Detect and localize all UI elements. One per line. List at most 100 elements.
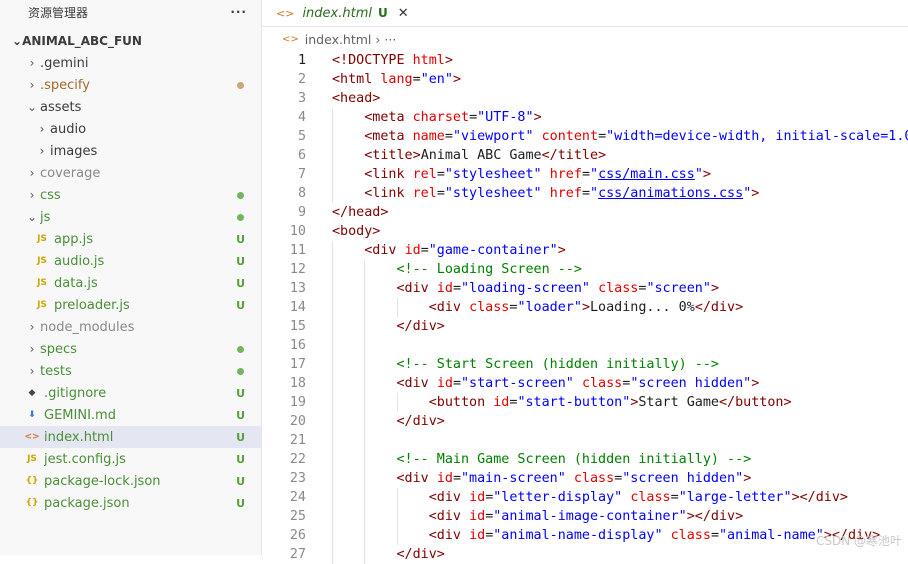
code-token: </div>: [396, 319, 445, 334]
code-line[interactable]: <meta name="viewport" content="width=dev…: [332, 127, 908, 146]
tree-item-label: GEMINI.md: [44, 407, 116, 423]
code-token: =: [436, 186, 445, 201]
code-line[interactable]: <!-- Main Game Screen (hidden initially)…: [332, 450, 752, 469]
tree-item-label: audio.js: [54, 253, 105, 269]
tree-item[interactable]: {} package.json U: [0, 492, 261, 514]
tree-item-label: app.js: [54, 231, 93, 247]
untracked-badge: U: [236, 386, 245, 400]
code-line[interactable]: <!-- Loading Screen -->: [332, 260, 582, 279]
code-token: =: [436, 167, 445, 182]
code-line[interactable]: <link rel="stylesheet" href="css/animati…: [332, 184, 759, 203]
code-token: =: [710, 528, 719, 543]
code-line[interactable]: <body>: [332, 222, 380, 241]
tree-item[interactable]: › audio: [0, 118, 261, 140]
code-token: id: [469, 509, 486, 524]
close-icon[interactable]: ✕: [398, 6, 409, 21]
code-token: <div: [364, 243, 405, 258]
code-token: <div: [428, 528, 470, 543]
more-actions-icon[interactable]: ···: [230, 5, 247, 19]
tree-item[interactable]: ⌄ assets: [0, 96, 261, 118]
tree-item[interactable]: <> index.html U: [0, 426, 261, 448]
code-line[interactable]: <div class="loader">Loading... 0%</div>: [332, 298, 743, 317]
tree-item[interactable]: › coverage: [0, 162, 261, 184]
code-line[interactable]: <head>: [332, 89, 380, 108]
code-token: <meta: [364, 129, 413, 144]
code-line[interactable]: </head>: [332, 203, 388, 222]
code-token: =: [581, 167, 590, 182]
code-token: href: [549, 167, 582, 182]
tree-item[interactable]: › .gemini: [0, 52, 261, 74]
breadcrumb: <> index.html › ···: [262, 27, 908, 51]
code-line[interactable]: <button id="start-button">Start Game</bu…: [332, 393, 792, 412]
breadcrumb-more[interactable]: ···: [384, 32, 396, 47]
explorer-sidebar: 资源管理器 ··· ⌄ ANIMAL_ABC_FUN › .gemini › .spe…: [0, 0, 262, 555]
tree-item[interactable]: JS data.js U: [0, 272, 261, 294]
tree-item[interactable]: JS app.js U: [0, 228, 261, 250]
code-line[interactable]: <div id="loading-screen" class="screen">: [332, 279, 720, 298]
tree-item[interactable]: ⌄ js: [0, 206, 261, 228]
code-line[interactable]: <div id="animal-image-container"></div>: [332, 507, 743, 526]
tree-item[interactable]: › .specify: [0, 74, 261, 96]
line-number: 6: [297, 148, 306, 163]
indent-guide: [364, 260, 366, 564]
code-line[interactable]: <!-- Start Screen (hidden initially) -->: [332, 355, 719, 374]
breadcrumb-file[interactable]: index.html: [305, 32, 372, 47]
code-token: <html: [332, 72, 381, 87]
tree-item[interactable]: ◆ .gitignore U: [0, 382, 261, 404]
code-token: "animal-name": [719, 528, 824, 543]
code-token: >: [751, 376, 760, 391]
git-file-icon: ◆: [28, 388, 36, 398]
code-line[interactable]: </div>: [332, 317, 445, 336]
line-number: 3: [297, 91, 306, 106]
line-number: 8: [297, 186, 306, 201]
tree-item[interactable]: ⬇ GEMINI.md U: [0, 404, 261, 426]
code-token: <div: [428, 490, 470, 505]
tree-item[interactable]: › tests: [0, 360, 261, 382]
tree-item[interactable]: JS jest.config.js U: [0, 448, 261, 470]
tree-item-label: audio: [50, 121, 87, 137]
tab-index-html[interactable]: <> index.html U ✕: [262, 0, 417, 26]
code-line[interactable]: <div id="animal-name-display" class="ani…: [332, 526, 881, 545]
code-line[interactable]: <div id="start-screen" class="screen hid…: [332, 374, 760, 393]
code-line[interactable]: <div id="main-screen" class="screen hidd…: [332, 469, 752, 488]
code-line[interactable]: </div>: [332, 412, 445, 431]
tree-item[interactable]: JS audio.js U: [0, 250, 261, 272]
code-token: class: [581, 376, 623, 391]
untracked-badge: U: [236, 452, 245, 466]
code-line[interactable]: <link rel="stylesheet" href="css/main.cs…: [332, 165, 711, 184]
tree-item-label: assets: [40, 99, 82, 115]
tree-item[interactable]: JS preloader.js U: [0, 294, 261, 316]
code-token: "game-container": [428, 243, 558, 258]
code-line[interactable]: <title>Animal ABC Game</title>: [332, 146, 606, 165]
editor-area: <> index.html U ✕ <> index.html › ··· 1 <…: [262, 0, 908, 564]
code-token: =: [452, 281, 461, 296]
breadcrumb-separator: ›: [375, 31, 381, 47]
tree-item-label: js: [40, 209, 51, 225]
tree-item[interactable]: › images: [0, 140, 261, 162]
code-editor[interactable]: 1 <!DOCTYPE html> 2 <html lang="en"> 3 <head>…: [262, 50, 908, 564]
code-line[interactable]: <!DOCTYPE html>: [332, 51, 453, 70]
html-file-icon: <>: [24, 432, 40, 442]
code-token: >: [702, 167, 711, 182]
tree-item[interactable]: › node_modules: [0, 316, 261, 338]
code-token: rel: [412, 167, 437, 182]
code-line[interactable]: <div id="letter-display" class="large-le…: [332, 488, 848, 507]
explorer-header: 资源管理器 ···: [0, 0, 261, 24]
line-number: 5: [297, 129, 306, 144]
code-line[interactable]: <meta charset="UTF-8">: [332, 108, 541, 127]
code-token: </div>: [396, 414, 445, 429]
status-dot-icon: [237, 346, 244, 353]
indent-guide: [396, 298, 398, 317]
project-root[interactable]: ⌄ ANIMAL_ABC_FUN: [0, 30, 261, 52]
code-line[interactable]: <html lang="en">: [332, 70, 461, 89]
tree-item[interactable]: {} package-lock.json U: [0, 470, 261, 492]
tree-item[interactable]: › specs: [0, 338, 261, 360]
line-number: 25: [289, 509, 306, 524]
code-line[interactable]: <div id="game-container">: [332, 241, 566, 260]
code-token: >: [743, 471, 752, 486]
tree-item[interactable]: › css: [0, 184, 261, 206]
code-token: "start-button": [517, 395, 631, 410]
code-token: "width=device-width, initial-scale=1.0": [606, 129, 908, 144]
